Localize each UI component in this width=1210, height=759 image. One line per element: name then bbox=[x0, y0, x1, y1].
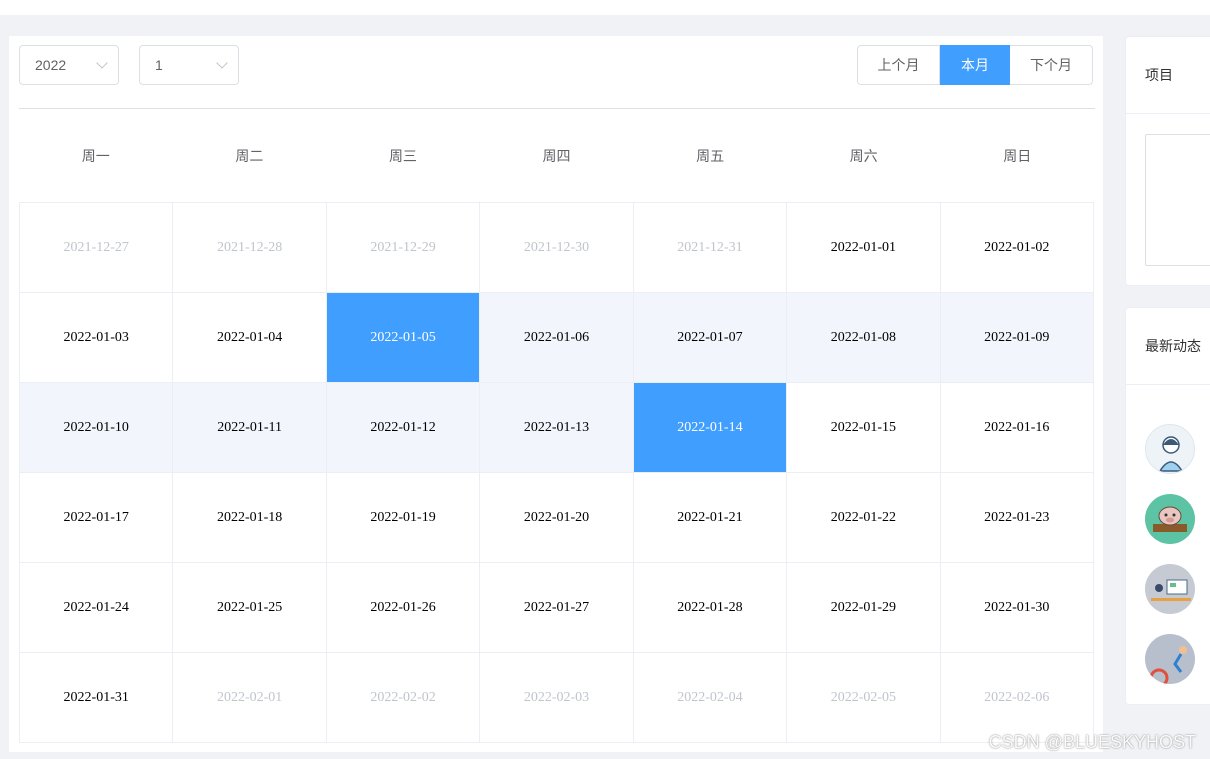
calendar-grid: 2021-12-27 2021-12-28 2021-12-29 2021-12-30… bbox=[19, 202, 1094, 743]
current-month-button[interactable]: 本月 bbox=[940, 45, 1010, 85]
header-divider bbox=[19, 108, 1095, 109]
weekday-label: 周日 bbox=[1003, 149, 1032, 165]
month-select[interactable]: 1 bbox=[139, 45, 239, 85]
top-bar bbox=[0, 0, 1210, 15]
project-card: 项目 bbox=[1125, 36, 1210, 286]
day-cell[interactable]: 2022-02-06 bbox=[940, 653, 1094, 743]
day-cell[interactable]: 2022-01-18 bbox=[173, 473, 327, 563]
project-content-box bbox=[1145, 134, 1210, 266]
month-select-value: 1 bbox=[155, 57, 163, 73]
day-cell[interactable]: 2022-01-01 bbox=[787, 203, 941, 293]
year-select-value: 2022 bbox=[35, 57, 67, 73]
prev-month-button[interactable]: 上个月 bbox=[857, 45, 940, 85]
day-cell[interactable]: 2022-01-06 bbox=[480, 293, 634, 383]
avatar-desk-icon[interactable] bbox=[1145, 564, 1195, 614]
weekday-label: 周四 bbox=[542, 149, 571, 165]
day-cell[interactable]: 2022-01-09 bbox=[940, 293, 1094, 383]
day-cell[interactable]: 2022-01-29 bbox=[787, 563, 941, 653]
year-select[interactable]: 2022 bbox=[19, 45, 119, 85]
chevron-down-icon bbox=[96, 57, 108, 69]
day-cell[interactable]: 2022-01-26 bbox=[326, 563, 481, 653]
month-nav-group: 上个月 本月 下个月 bbox=[857, 45, 1093, 85]
activity-card: 最新动态 bbox=[1125, 307, 1210, 705]
day-cell[interactable]: 2022-01-04 bbox=[173, 293, 327, 383]
day-cell[interactable]: 2022-01-24 bbox=[20, 563, 174, 653]
day-cell[interactable]: 2022-01-14 bbox=[633, 383, 788, 473]
day-cell[interactable]: 2022-01-27 bbox=[480, 563, 634, 653]
avatar-pig-icon[interactable] bbox=[1145, 494, 1195, 544]
day-cell[interactable]: 2022-01-15 bbox=[787, 383, 941, 473]
weekday-header: 周一 周二 周三 周四 周五 周六 周日 bbox=[19, 110, 1094, 202]
day-cell[interactable]: 2022-01-05 bbox=[326, 293, 481, 383]
day-cell[interactable]: 2021-12-27 bbox=[20, 203, 174, 293]
day-cell[interactable]: 2022-02-05 bbox=[787, 653, 941, 743]
weekday-label: 周一 bbox=[81, 149, 110, 165]
day-cell[interactable]: 2022-01-20 bbox=[480, 473, 634, 563]
day-cell[interactable]: 2022-01-30 bbox=[940, 563, 1094, 653]
day-cell[interactable]: 2022-01-31 bbox=[20, 653, 174, 743]
day-cell[interactable]: 2022-01-22 bbox=[787, 473, 941, 563]
day-cell[interactable]: 2021-12-29 bbox=[326, 203, 481, 293]
avatar-runner-icon[interactable] bbox=[1145, 634, 1195, 684]
avatar-girl-icon[interactable] bbox=[1145, 424, 1195, 474]
weekday-label: 周六 bbox=[849, 149, 878, 165]
activity-card-title: 最新动态 bbox=[1126, 308, 1210, 385]
day-cell[interactable]: 2022-01-16 bbox=[940, 383, 1094, 473]
day-cell[interactable]: 2022-01-08 bbox=[787, 293, 941, 383]
day-cell[interactable]: 2022-01-28 bbox=[633, 563, 788, 653]
day-cell[interactable]: 2022-02-03 bbox=[480, 653, 634, 743]
day-cell[interactable]: 2022-02-02 bbox=[326, 653, 481, 743]
day-cell[interactable]: 2022-01-07 bbox=[633, 293, 788, 383]
day-cell[interactable]: 2022-01-21 bbox=[633, 473, 788, 563]
day-cell[interactable]: 2022-01-03 bbox=[20, 293, 174, 383]
day-cell[interactable]: 2022-01-12 bbox=[326, 383, 481, 473]
day-cell[interactable]: 2022-01-19 bbox=[326, 473, 481, 563]
day-cell[interactable]: 2022-01-10 bbox=[20, 383, 174, 473]
day-cell[interactable]: 2022-01-25 bbox=[173, 563, 327, 653]
day-cell[interactable]: 2022-01-02 bbox=[940, 203, 1094, 293]
day-cell[interactable]: 2022-02-04 bbox=[633, 653, 788, 743]
watermark-text: CSDN @BLUESKYHOST bbox=[988, 732, 1196, 752]
day-cell[interactable]: 2022-01-23 bbox=[940, 473, 1094, 563]
weekday-label: 周三 bbox=[388, 149, 417, 165]
day-cell[interactable]: 2021-12-31 bbox=[633, 203, 788, 293]
day-cell[interactable]: 2021-12-28 bbox=[173, 203, 327, 293]
weekday-label: 周五 bbox=[696, 149, 725, 165]
calendar-panel: 2022 1 上个月 本月 下个月 周一 周二 周三 周四 周五 周六 周日 2… bbox=[9, 36, 1103, 752]
next-month-button[interactable]: 下个月 bbox=[1010, 45, 1093, 85]
day-cell[interactable]: 2022-02-01 bbox=[173, 653, 327, 743]
day-cell[interactable]: 2022-01-13 bbox=[480, 383, 634, 473]
day-cell[interactable]: 2022-01-17 bbox=[20, 473, 174, 563]
weekday-label: 周二 bbox=[235, 149, 264, 165]
day-cell[interactable]: 2022-01-11 bbox=[173, 383, 327, 473]
project-card-title: 项目 bbox=[1126, 37, 1210, 114]
day-cell[interactable]: 2021-12-30 bbox=[480, 203, 634, 293]
chevron-down-icon bbox=[216, 57, 228, 69]
